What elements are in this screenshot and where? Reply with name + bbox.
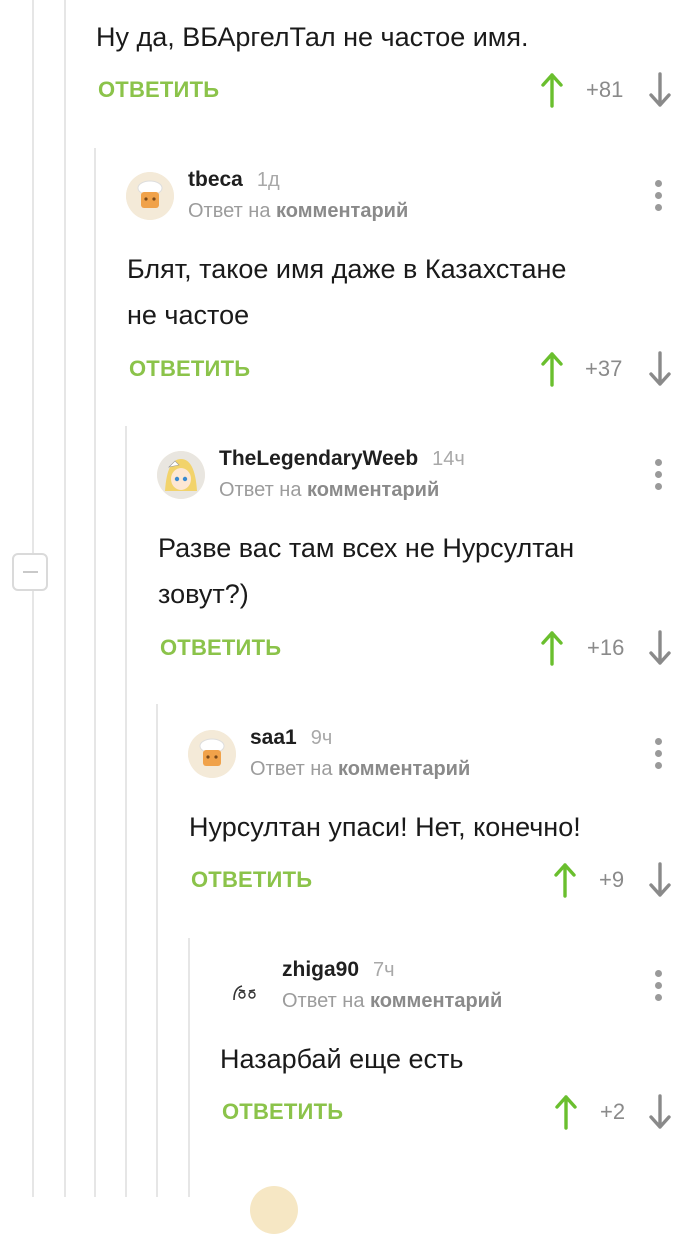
reply-button[interactable]: ОТВЕТИТЬ [191, 860, 312, 900]
reply-button[interactable]: ОТВЕТИТЬ [222, 1092, 343, 1132]
more-vertical-icon[interactable] [655, 738, 665, 772]
comment-author[interactable]: zhiga90 7ч [282, 958, 395, 982]
thread-line [125, 426, 127, 1197]
thread-line [156, 704, 158, 1197]
collapse-thread-button[interactable] [12, 553, 48, 591]
comment-header: tbeca 1д Ответ на комментарий [126, 168, 700, 238]
face-avatar-icon[interactable] [220, 962, 268, 1010]
comment-score: +9 [599, 867, 625, 892]
comment-score: +16 [587, 635, 625, 660]
upvote-arrow-icon[interactable] [540, 72, 564, 108]
comment-actions: ОТВЕТИТЬ +81 [98, 70, 678, 110]
comment-time: 1д [256, 169, 280, 191]
comment-text: Блят, такое имя даже в Казахстане не част… [127, 254, 567, 330]
reply-to-link[interactable]: Ответ на комментарий [282, 990, 502, 1013]
chef-avatar-icon[interactable] [188, 730, 236, 778]
downvote-arrow-icon[interactable] [648, 630, 672, 666]
thread-line [32, 0, 34, 1197]
upvote-arrow-icon[interactable] [553, 862, 577, 898]
more-vertical-icon[interactable] [655, 180, 665, 214]
reply-to-link[interactable]: Ответ на комментарий [219, 479, 439, 502]
comment-actions: ОТВЕТИТЬ +2 [222, 1092, 682, 1132]
upvote-arrow-icon[interactable] [554, 1094, 578, 1130]
comment-score: +2 [600, 1099, 626, 1124]
reply-button[interactable]: ОТВЕТИТЬ [160, 628, 281, 668]
reply-to-link[interactable]: Ответ на комментарий [188, 200, 408, 223]
thread-line [64, 0, 66, 1197]
reply-button[interactable]: ОТВЕТИТЬ [129, 349, 250, 389]
comment: tbeca 1д Ответ на комментарий Блят, такое… [126, 168, 700, 398]
comment-text: Нурсултан упаси! Нет, конечно! [189, 812, 581, 842]
comment-text: Назарбай еще есть [220, 1044, 464, 1074]
next-comment-avatar [250, 1186, 298, 1234]
comment-actions: ОТВЕТИТЬ +37 [129, 349, 679, 389]
comment-time: 9ч [310, 727, 333, 749]
downvote-arrow-icon[interactable] [648, 1094, 672, 1130]
thread-line [188, 938, 190, 1197]
upvote-arrow-icon[interactable] [540, 351, 564, 387]
comment-author[interactable]: saa1 9ч [250, 726, 332, 750]
comment-actions: ОТВЕТИТЬ +16 [160, 628, 680, 668]
more-vertical-icon[interactable] [655, 970, 665, 1004]
comment-score: +81 [586, 77, 624, 102]
reply-to-link[interactable]: Ответ на комментарий [250, 758, 470, 781]
comment-text: Ну да, ВБАргелТал не частое имя. [96, 22, 529, 52]
thread-line [94, 148, 96, 1197]
comment-time: 7ч [373, 959, 395, 981]
downvote-arrow-icon[interactable] [648, 351, 672, 387]
upvote-arrow-icon[interactable] [540, 630, 564, 666]
anime-avatar-icon[interactable] [157, 451, 205, 499]
comment-header: TheLegendaryWeeb 14ч Ответ на комментарий [157, 447, 700, 517]
downvote-arrow-icon[interactable] [648, 862, 672, 898]
comment-header: saa1 9ч Ответ на комментарий [188, 726, 700, 796]
comment-top: Ну да, ВБАргелТал не частое имя. ОТВЕТИТ… [96, 0, 700, 120]
comment-score: +37 [585, 356, 623, 381]
comment-author[interactable]: TheLegendaryWeeb 14ч [219, 447, 465, 471]
downvote-arrow-icon[interactable] [648, 72, 672, 108]
comment-text: Разве вас там всех не Нурсултан зовут?) [158, 533, 575, 609]
comment: TheLegendaryWeeb 14ч Ответ на комментарий… [157, 447, 700, 677]
chef-avatar-icon[interactable] [126, 172, 174, 220]
comment-header: zhiga90 7ч Ответ на комментарий [220, 958, 700, 1028]
comment-actions: ОТВЕТИТЬ +9 [191, 860, 681, 900]
comment-author[interactable]: tbeca 1д [188, 168, 280, 192]
comment: zhiga90 7ч Ответ на комментарий Назарбай … [220, 958, 700, 1138]
reply-button[interactable]: ОТВЕТИТЬ [98, 70, 219, 110]
comment: saa1 9ч Ответ на комментарий Нурсултан уп… [188, 726, 700, 906]
more-vertical-icon[interactable] [655, 459, 665, 493]
comment-time: 14ч [432, 448, 465, 470]
